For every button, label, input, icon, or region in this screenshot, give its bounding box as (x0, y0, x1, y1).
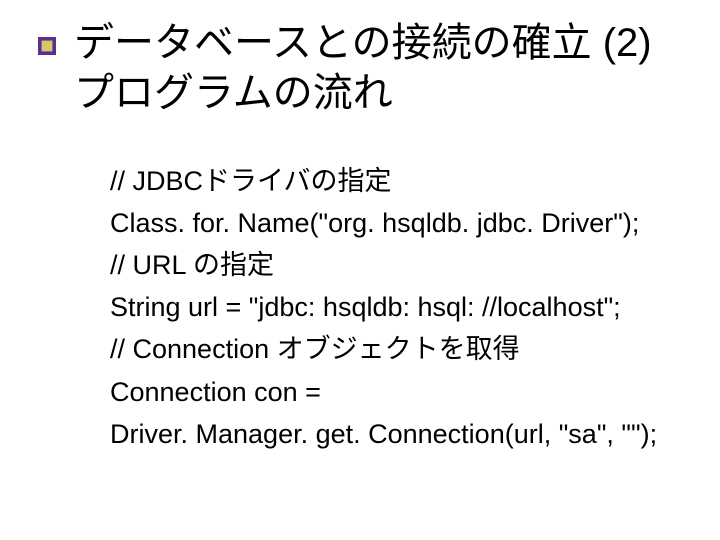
code-line: Class. for. Name("org. hsqldb. jdbc. Dri… (110, 202, 700, 244)
slide-title: データベースとの接続の確立 (2)プログラムの流れ (74, 18, 652, 118)
title-area: データベースとの接続の確立 (2)プログラムの流れ (0, 18, 720, 118)
code-line: Driver. Manager. get. Connection(url, "s… (110, 413, 700, 455)
code-line: // Connection オブジェクトを取得 (110, 328, 700, 370)
code-line: // URL の指定 (110, 244, 700, 286)
slide: データベースとの接続の確立 (2)プログラムの流れ // JDBCドライバの指定… (0, 0, 720, 540)
body-area: // JDBCドライバの指定 Class. for. Name("org. hs… (0, 160, 720, 455)
code-line: // JDBCドライバの指定 (110, 160, 700, 202)
title-bullet-icon (38, 37, 56, 55)
code-line: Connection con = (110, 371, 700, 413)
code-line: String url = "jdbc: hsqldb: hsql: //loca… (110, 286, 700, 328)
